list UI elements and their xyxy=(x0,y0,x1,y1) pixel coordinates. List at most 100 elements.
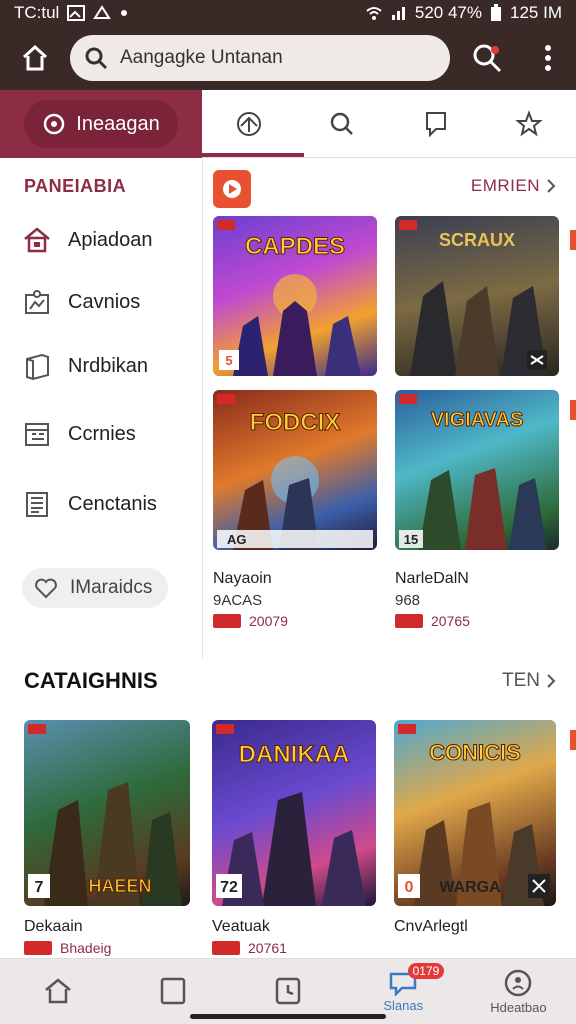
tab-active[interactable]: Ineaagan xyxy=(0,90,202,158)
sidebar-item-4[interactable]: Cenctanis xyxy=(22,482,192,526)
wifi-icon xyxy=(365,5,383,21)
game-name: Dekaain xyxy=(24,918,83,935)
corner-number: 0 xyxy=(405,879,414,896)
store-logo xyxy=(213,170,251,208)
sidebar-item-label: Ccrnies xyxy=(68,422,136,445)
tag-icon xyxy=(236,111,261,136)
sidebar-item-label: Apiadoan xyxy=(68,228,153,251)
puzzle-icon xyxy=(25,290,49,314)
favorites-pill[interactable]: IMaraidcs xyxy=(22,568,168,608)
nav-label: Hdeatbao xyxy=(490,1000,547,1015)
tab-icon-group xyxy=(202,90,576,157)
sidebar-item-0[interactable]: Apiadoan xyxy=(22,218,192,262)
game-title-art: HAEEN xyxy=(88,876,151,896)
clock-time: 125 IM xyxy=(510,3,562,22)
game-info: CnvArlegtl xyxy=(394,918,558,940)
game-card[interactable]: 7 HAEEN xyxy=(24,720,190,906)
search-icon xyxy=(331,112,354,135)
search-bar[interactable] xyxy=(70,35,450,81)
game-card[interactable]: FODCIX AG xyxy=(213,390,377,550)
chevron-right-icon xyxy=(547,179,556,193)
gallery-icon xyxy=(67,5,86,21)
section-more-link[interactable]: TEN xyxy=(502,670,556,692)
game-title-art: SCRAUX xyxy=(439,230,515,250)
game-card[interactable]: VIGIAVAS 15 xyxy=(395,390,559,550)
game-info: Veatuak 20761 xyxy=(212,918,376,956)
nav-home[interactable] xyxy=(0,959,115,1024)
tab-search[interactable] xyxy=(312,94,372,154)
corner-number: 15 xyxy=(404,532,418,547)
tab-underline xyxy=(202,153,304,157)
sidebar-item-label: Cenctanis xyxy=(68,492,157,515)
overflow-menu-button[interactable] xyxy=(520,26,576,90)
clock-icon xyxy=(275,977,301,1004)
game-card[interactable]: CONICIS 0 WARGA xyxy=(394,720,556,906)
drive-icon xyxy=(93,5,112,21)
game-title-art: DANIKAA xyxy=(239,741,350,768)
bookmark-icon xyxy=(425,111,446,137)
game-name: Veatuak xyxy=(212,918,270,935)
sidebar-item-3[interactable]: Ccrnies xyxy=(22,412,192,456)
lens-icon xyxy=(473,44,502,73)
top-tabs: Ineaagan xyxy=(0,90,576,158)
app-header xyxy=(0,26,576,90)
game-title-art: VIGIAVAS xyxy=(431,409,524,431)
game-card[interactable]: CAPDES 5 xyxy=(213,216,377,376)
chevron-right-icon xyxy=(547,674,556,688)
scroll-edge-mark xyxy=(570,730,576,750)
tab-tag[interactable] xyxy=(219,94,279,154)
favorites-label: IMaraidcs xyxy=(70,577,153,598)
rank-value: 20761 xyxy=(248,940,287,956)
rank-flag-icon xyxy=(395,614,423,628)
game-title-art: CAPDES xyxy=(245,233,345,260)
profile-icon xyxy=(505,969,532,997)
game-rank: 20079 xyxy=(213,613,377,629)
tablet-icon xyxy=(160,977,186,1004)
list-icon xyxy=(26,492,48,517)
featured-more-link[interactable]: EMRIEN xyxy=(471,176,556,196)
home-icon xyxy=(24,227,50,253)
game-rank: 20761 xyxy=(212,940,376,956)
game-card[interactable]: DANIKAA 72 xyxy=(212,720,376,906)
lens-search-button[interactable] xyxy=(454,26,520,90)
game-title-art: FODCIX xyxy=(250,409,341,436)
home-indicator[interactable] xyxy=(190,1014,386,1019)
corner-number: 7 xyxy=(35,879,44,896)
rank-flag-icon xyxy=(213,614,241,628)
nav-label: Slanas xyxy=(383,998,424,1013)
app-screen: TC:tul 520 47% 125 IM Aangagke Untanan I… xyxy=(0,0,576,1024)
home-icon xyxy=(44,977,71,1003)
game-info: Dekaain Bhadeig xyxy=(24,918,188,956)
play-logo-icon xyxy=(223,180,241,198)
game-name: NarleDalN xyxy=(395,570,469,587)
sidebar-item-2[interactable]: Nrdbikan xyxy=(22,344,192,388)
heart-icon xyxy=(35,578,57,599)
book-icon xyxy=(26,353,49,381)
more-vertical-icon xyxy=(545,45,551,71)
more-label: TEN xyxy=(502,670,540,691)
rank-value: Bhadeig xyxy=(60,940,112,956)
home-button[interactable] xyxy=(0,26,70,90)
game-rank: Bhadeig xyxy=(24,940,188,956)
battery-text: 520 47% xyxy=(414,3,483,22)
scroll-edge-mark xyxy=(570,230,576,250)
corner-number: AG xyxy=(227,532,247,547)
home-icon xyxy=(22,44,48,71)
corner-number: 5 xyxy=(225,353,232,368)
section-title: CATAIGHNIS xyxy=(24,668,158,693)
search-input[interactable] xyxy=(120,47,420,69)
active-tab-pill[interactable]: Ineaagan xyxy=(24,100,178,148)
corner-number: 72 xyxy=(220,879,238,896)
tab-star[interactable] xyxy=(499,94,559,154)
tab-bookmark[interactable] xyxy=(406,94,466,154)
active-tab-label: Ineaagan xyxy=(76,112,160,135)
status-left-text: TC:tul xyxy=(14,3,60,22)
sidebar-item-1[interactable]: Cavnios xyxy=(22,280,192,324)
rank-flag-icon xyxy=(212,941,240,955)
game-card[interactable]: SCRAUX xyxy=(395,216,559,376)
game-rank-art: WARGA xyxy=(439,879,501,896)
nav-profile[interactable]: Hdeatbao xyxy=(461,959,576,1024)
more-label: EMRIEN xyxy=(470,176,540,195)
calendar-icon xyxy=(25,423,49,446)
sidebar-item-label: Nrdbikan xyxy=(68,354,149,377)
